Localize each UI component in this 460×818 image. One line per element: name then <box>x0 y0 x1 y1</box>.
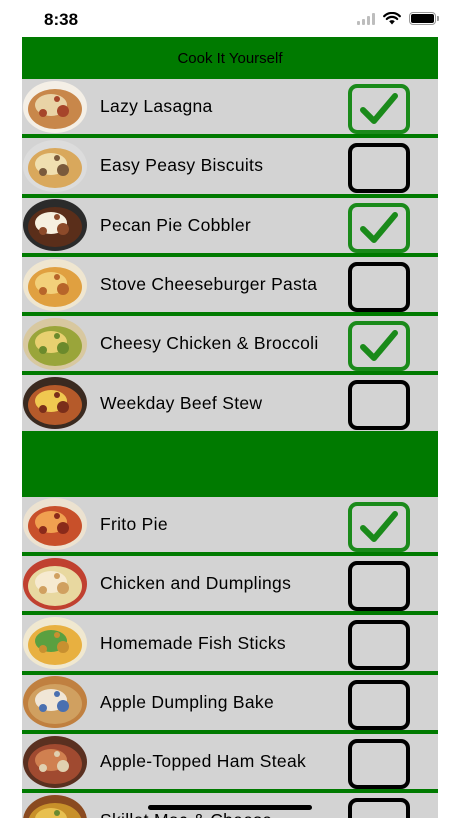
status-icons <box>357 12 439 25</box>
recipe-thumbnail <box>23 377 87 430</box>
recipe-label: Skillet Mac & Cheese <box>100 810 272 818</box>
recipe-row[interactable]: Pecan Pie Cobbler <box>22 197 438 257</box>
recipe-thumbnail <box>23 258 87 311</box>
section-divider <box>22 434 438 497</box>
recipe-checkbox[interactable] <box>348 261 410 312</box>
recipe-checkbox[interactable] <box>348 679 410 730</box>
cellular-signal-icon <box>357 12 375 25</box>
recipe-list[interactable]: Cook It Yourself Lazy Lasagna Easy Peasy … <box>22 37 438 818</box>
wifi-icon <box>383 12 401 25</box>
recipe-label: Easy Peasy Biscuits <box>100 155 264 176</box>
checkmark-icon <box>360 510 398 542</box>
recipe-row[interactable]: Homemade Fish Sticks <box>22 615 438 675</box>
recipe-label: Apple-Topped Ham Steak <box>100 751 307 772</box>
recipe-thumbnail <box>23 498 87 551</box>
recipe-checkbox[interactable] <box>348 143 410 194</box>
recipe-label: Weekday Beef Stew <box>100 392 263 413</box>
recipe-checkbox[interactable] <box>348 321 410 372</box>
header-bar: Cook It Yourself <box>22 37 438 79</box>
checkmark-icon <box>360 93 398 124</box>
recipe-checkbox[interactable] <box>348 798 410 818</box>
recipe-checkbox[interactable] <box>348 380 410 431</box>
recipe-label: Stove Cheeseburger Pasta <box>100 274 318 295</box>
recipe-row[interactable]: Frito Pie <box>22 496 438 557</box>
recipe-label: Homemade Fish Sticks <box>100 632 286 653</box>
checkmark-icon <box>360 330 398 362</box>
recipe-row[interactable]: Apple Dumpling Bake <box>22 674 438 734</box>
recipe-label: Pecan Pie Cobbler <box>100 214 252 235</box>
battery-icon <box>409 12 439 25</box>
recipe-row[interactable]: Lazy Lasagna <box>22 79 438 139</box>
home-indicator[interactable] <box>148 805 312 810</box>
recipe-label: Lazy Lasagna <box>100 96 213 117</box>
recipe-thumbnail <box>23 317 87 370</box>
recipe-checkbox[interactable] <box>348 501 410 552</box>
recipe-thumbnail <box>23 617 87 670</box>
recipe-thumbnail <box>23 557 87 610</box>
status-bar: 8:38 <box>0 0 460 38</box>
page-title: Cook It Yourself <box>177 49 283 67</box>
recipe-thumbnail <box>23 676 87 729</box>
recipe-checkbox[interactable] <box>348 84 410 134</box>
recipe-label: Frito Pie <box>100 513 168 534</box>
recipe-label: Chicken and Dumplings <box>100 573 292 594</box>
recipe-row[interactable]: Easy Peasy Biscuits <box>22 138 438 198</box>
recipe-thumbnail <box>23 139 87 192</box>
recipe-row[interactable]: Apple-Topped Ham Steak <box>22 733 438 794</box>
recipe-row[interactable]: Weekday Beef Stew <box>22 375 438 435</box>
status-time: 8:38 <box>44 10 79 29</box>
checkmark-icon <box>360 211 398 243</box>
recipe-section-1: Lazy Lasagna Easy Peasy Biscuits Pecan Pie… <box>22 79 438 435</box>
recipe-checkbox[interactable] <box>348 738 410 789</box>
recipe-checkbox[interactable] <box>348 620 410 671</box>
recipe-thumbnail <box>23 80 87 133</box>
recipe-row[interactable]: Cheesy Chicken & Broccoli <box>22 316 438 376</box>
recipe-section-2: Frito Pie Chicken and Dumplings Homemade F… <box>22 496 438 818</box>
recipe-thumbnail <box>23 735 87 788</box>
recipe-label: Cheesy Chicken & Broccoli <box>100 333 319 354</box>
recipe-thumbnail <box>23 794 87 818</box>
recipe-checkbox[interactable] <box>348 561 410 612</box>
recipe-thumbnail <box>23 199 87 252</box>
recipe-checkbox[interactable] <box>348 202 410 253</box>
recipe-label: Apple Dumpling Bake <box>100 691 274 712</box>
recipe-row[interactable]: Stove Cheeseburger Pasta <box>22 256 438 317</box>
recipe-row[interactable]: Chicken and Dumplings <box>22 556 438 616</box>
